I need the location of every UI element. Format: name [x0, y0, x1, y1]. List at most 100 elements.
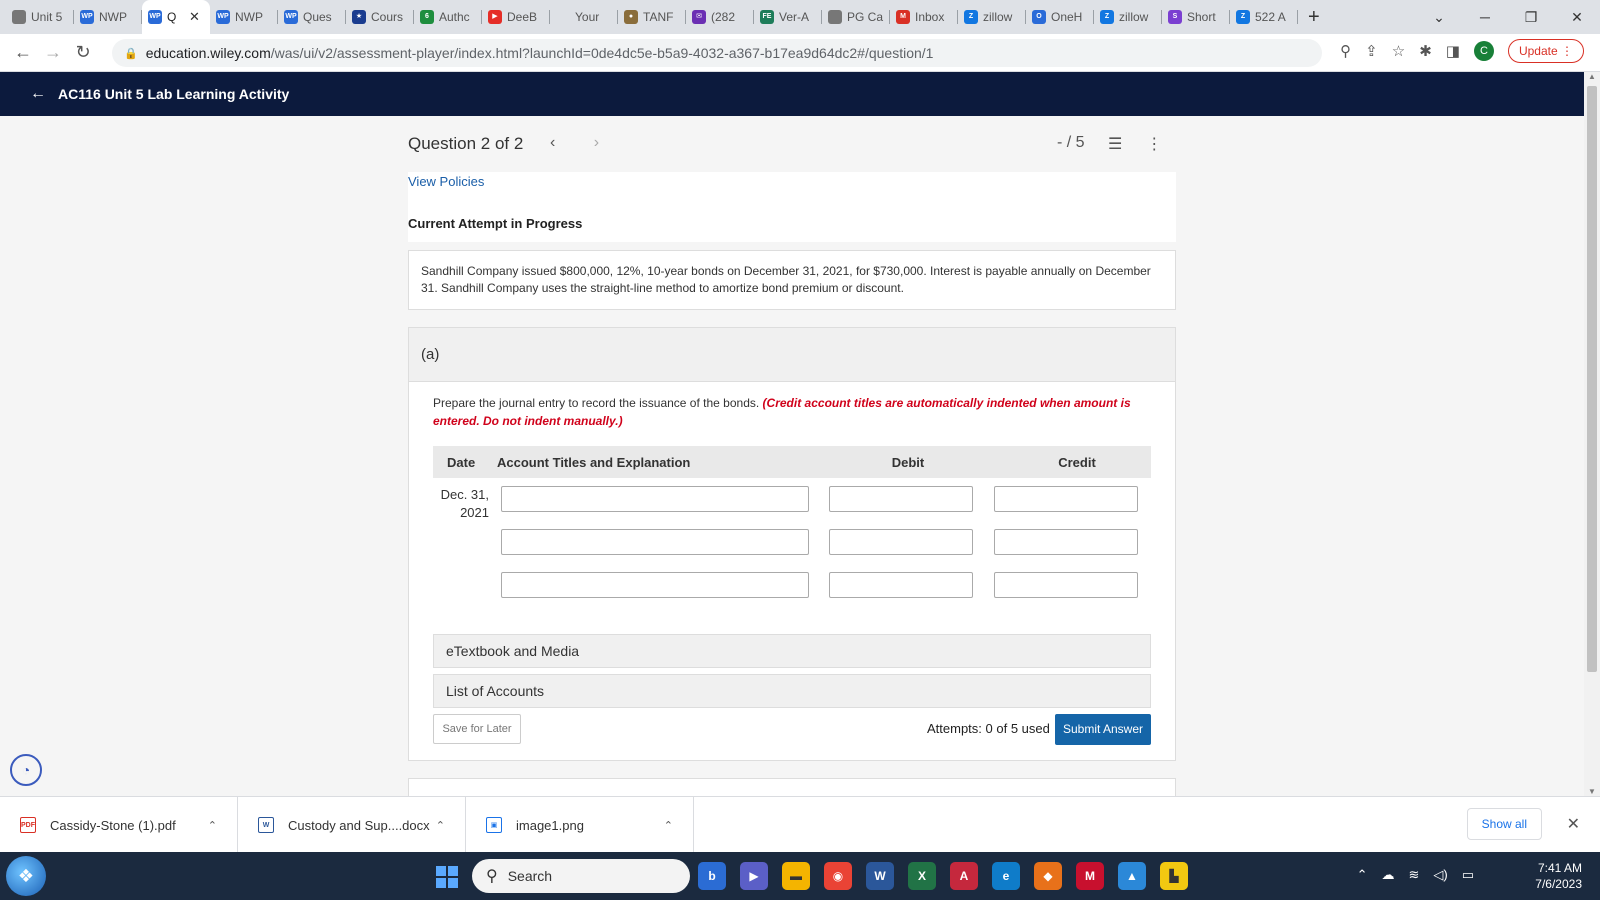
prev-question-icon[interactable]: ‹ — [550, 134, 555, 151]
back-arrow-icon[interactable]: ← — [30, 85, 46, 103]
onedrive-icon[interactable]: ☁ — [1381, 867, 1394, 883]
download-options-icon[interactable]: ⌃ — [664, 819, 673, 832]
photos-icon[interactable]: ▲ — [1118, 862, 1146, 890]
credit-input[interactable] — [994, 572, 1138, 598]
browser-tab[interactable]: FE Ver-A — [754, 0, 822, 34]
tab-label: Ques — [303, 10, 332, 24]
submit-answer-button[interactable]: Submit Answer — [1055, 714, 1151, 745]
account-title-input[interactable] — [501, 486, 809, 512]
excel-icon[interactable]: X — [908, 862, 936, 890]
new-tab-button[interactable]: + — [1298, 6, 1330, 29]
page-scrollbar[interactable]: ▲ ▼ — [1584, 72, 1600, 796]
browser-tab[interactable]: Z 522 A — [1230, 0, 1298, 34]
notepad-icon[interactable]: ▙ — [1160, 862, 1188, 890]
credit-input[interactable] — [994, 529, 1138, 555]
browser-tab[interactable]: Your — [550, 0, 618, 34]
bing-icon[interactable]: b — [698, 862, 726, 890]
next-question-icon[interactable]: › — [594, 134, 599, 151]
taskbar-search[interactable]: ⚲ Search — [472, 859, 690, 893]
zoom-icon[interactable]: ⚲ — [1340, 42, 1351, 60]
show-all-downloads-button[interactable]: Show all — [1466, 808, 1542, 840]
tab-search-icon[interactable]: ⌄ — [1416, 9, 1462, 26]
update-button[interactable]: Update ⋮ — [1507, 39, 1584, 63]
download-item[interactable]: W Custody and Sup....docx ⌃ — [238, 797, 466, 853]
browser-tab[interactable]: WP Q ✕ — [142, 0, 210, 34]
reload-icon[interactable]: ↻ — [68, 42, 98, 63]
browser-tab[interactable]: ★ Cours — [346, 0, 414, 34]
browser-tab[interactable]: ▶ DeeB — [482, 0, 550, 34]
browser-tab[interactable]: Zzillow — [958, 0, 1026, 34]
taskbar-apps: b ▶ ▬ ◉ W X A e ◆ M ▲ ▙ — [698, 862, 1188, 890]
wifi-icon[interactable]: ≋ — [1408, 867, 1419, 883]
close-window-button[interactable]: ✕ — [1554, 9, 1600, 26]
problem-statement: Sandhill Company issued $800,000, 12%, 1… — [408, 250, 1176, 310]
tab-label: Your — [575, 10, 600, 24]
minimize-button[interactable]: ─ — [1462, 9, 1508, 25]
forward-icon[interactable]: → — [38, 42, 68, 63]
question-tools: ☰ ⋮ — [1108, 134, 1162, 154]
browser-tab[interactable]: Unit 5 — [6, 0, 74, 34]
mcafee-icon[interactable]: M — [1076, 862, 1104, 890]
bookmark-star-icon[interactable]: ☆ — [1392, 42, 1405, 60]
restore-button[interactable]: ❐ — [1508, 9, 1554, 26]
side-panel-icon[interactable]: ◨ — [1446, 42, 1460, 60]
browser-tab[interactable]: M Inbox — [890, 0, 958, 34]
browser-tab[interactable]: S Short — [1162, 0, 1230, 34]
download-options-icon[interactable]: ⌃ — [208, 819, 217, 832]
teams-icon[interactable]: ▶ — [740, 862, 768, 890]
download-item[interactable]: ▣ image1.png ⌃ — [466, 797, 694, 853]
back-icon[interactable]: ← — [8, 42, 38, 63]
volume-icon[interactable]: ◁) — [1433, 867, 1447, 883]
extensions-icon[interactable]: ✱ — [1419, 42, 1432, 60]
download-filename: Cassidy-Stone (1).pdf — [50, 817, 176, 833]
scroll-up-icon[interactable]: ▲ — [1588, 72, 1596, 81]
account-title-input[interactable] — [501, 572, 809, 598]
save-for-later-button[interactable]: Save for Later — [433, 714, 521, 744]
close-tab-icon[interactable]: ✕ — [189, 9, 200, 25]
chrome-icon[interactable]: ◉ — [824, 862, 852, 890]
browser-tab[interactable]: Zzillow — [1094, 0, 1162, 34]
taskbar-clock[interactable]: 7:41 AM 7/6/2023 — [1535, 860, 1582, 892]
download-item[interactable]: PDF Cassidy-Stone (1).pdf ⌃ — [0, 797, 238, 853]
maps-icon[interactable]: ◆ — [1034, 862, 1062, 890]
access-icon[interactable]: A — [950, 862, 978, 890]
globe-icon — [828, 10, 842, 24]
browser-tab[interactable]: WP NWP — [210, 0, 278, 34]
profile-avatar[interactable]: C — [1473, 41, 1494, 61]
browser-tab[interactable]: ✉ (282 — [686, 0, 754, 34]
scrollbar-thumb[interactable] — [1587, 86, 1597, 672]
battery-icon[interactable]: ▭ — [1462, 867, 1474, 883]
debit-input[interactable] — [829, 529, 973, 555]
question-list-icon[interactable]: ☰ — [1108, 134, 1122, 154]
browser-tab[interactable]: O OneH — [1026, 0, 1094, 34]
zillow-icon: Z — [1100, 10, 1114, 24]
browser-tab[interactable]: ● TANF — [618, 0, 686, 34]
view-policies-link[interactable]: View Policies — [408, 174, 484, 189]
tray-chevron-icon[interactable]: ⌃ — [1357, 867, 1368, 883]
address-toolbar: ← → ↻ 🔒 education.wiley.com/was/ui/v2/as… — [0, 34, 1600, 72]
close-downloads-icon[interactable]: ✕ — [1567, 814, 1580, 834]
scroll-down-icon[interactable]: ▼ — [1588, 787, 1596, 796]
cookie-settings-icon[interactable]: ◔ — [10, 754, 42, 786]
windows-taskbar: ❖ ⚲ Search b ▶ ▬ ◉ W X A e ◆ M ▲ ▙ ⌃ ☁ ≋… — [0, 852, 1600, 900]
account-title-input[interactable] — [501, 529, 809, 555]
browser-tab[interactable]: WP Ques — [278, 0, 346, 34]
share-icon[interactable]: ⇪ — [1365, 42, 1378, 60]
windows-start-icon[interactable] — [436, 866, 458, 888]
download-options-icon[interactable]: ⌃ — [436, 819, 445, 832]
file-explorer-icon[interactable]: ▬ — [782, 862, 810, 890]
edge-icon[interactable]: e — [992, 862, 1020, 890]
word-icon[interactable]: W — [866, 862, 894, 890]
debit-input[interactable] — [829, 486, 973, 512]
address-bar[interactable]: 🔒 education.wiley.com/was/ui/v2/assessme… — [112, 39, 1322, 67]
debit-input[interactable] — [829, 572, 973, 598]
tab-label: zillow — [1119, 10, 1149, 24]
browser-tab[interactable]: WP NWP — [74, 0, 142, 34]
list-of-accounts-accordion[interactable]: List of Accounts — [433, 674, 1151, 708]
start-orb-icon[interactable]: ❖ — [6, 856, 46, 896]
etextbook-media-accordion[interactable]: eTextbook and Media — [433, 634, 1151, 668]
browser-tab[interactable]: 6 Authc — [414, 0, 482, 34]
more-options-icon[interactable]: ⋮ — [1146, 134, 1162, 154]
browser-tab[interactable]: PG Ca — [822, 0, 890, 34]
credit-input[interactable] — [994, 486, 1138, 512]
